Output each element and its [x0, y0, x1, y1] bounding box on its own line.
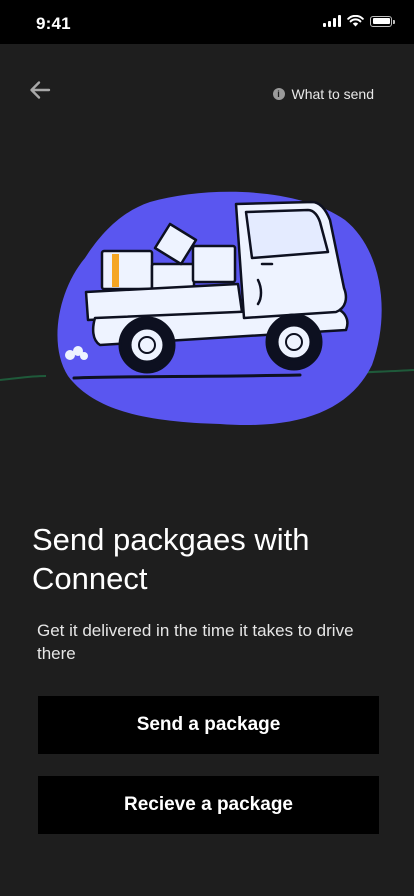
arrow-left-icon: [30, 81, 51, 99]
back-button[interactable]: [26, 76, 54, 104]
page-title: Send packgaes with Connect: [32, 522, 310, 596]
info-icon: i: [272, 88, 285, 100]
status-bar: 9:41: [0, 0, 414, 44]
status-icons: [323, 15, 395, 27]
battery-icon: [370, 15, 395, 27]
wifi-icon: [347, 15, 364, 27]
delivery-truck-illustration: [0, 191, 414, 426]
send-package-button[interactable]: Send a package: [38, 696, 379, 754]
what-to-send-label: What to send: [291, 86, 375, 102]
page-subtitle: Get it delivered in the time it takes to…: [37, 621, 354, 663]
receive-package-button[interactable]: Recieve a package: [38, 776, 379, 834]
what-to-send-link[interactable]: i What to send: [272, 86, 375, 102]
cellular-signal-icon: [323, 15, 341, 27]
status-time: 9:41: [36, 14, 71, 33]
